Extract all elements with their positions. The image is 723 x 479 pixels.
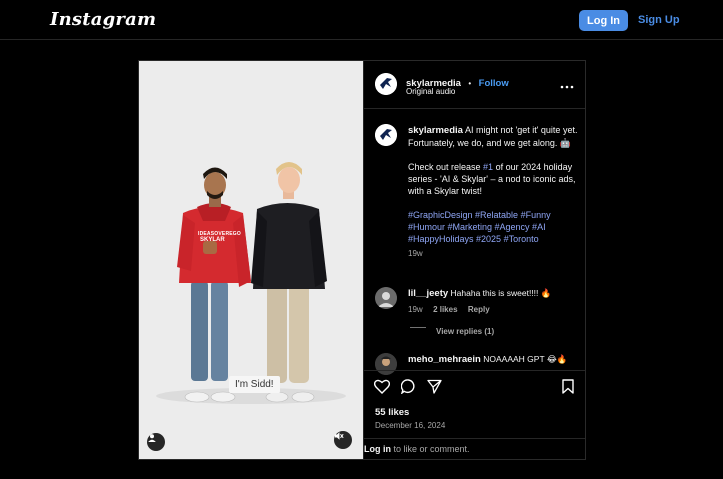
- more-horizontal-icon: [560, 85, 574, 89]
- post-caption: skylarmedia AI might not 'get it' quite …: [408, 124, 580, 260]
- login-prompt-text: to like or comment.: [391, 444, 470, 454]
- caption-hashtags[interactable]: #GraphicDesign #Relatable #Funny #Humour…: [408, 209, 580, 245]
- caption-text-2a: Check out release: [408, 162, 484, 172]
- post-actions-bar: [364, 370, 585, 401]
- like-button[interactable]: [373, 379, 391, 399]
- comment-bubble-icon: [400, 379, 415, 395]
- login-prompt: Log in to like or comment.: [364, 438, 585, 459]
- more-options-button[interactable]: [560, 77, 574, 95]
- save-button[interactable]: [562, 379, 574, 399]
- caption-username[interactable]: skylarmedia: [408, 125, 463, 136]
- commenter-avatar[interactable]: [375, 287, 397, 309]
- skylar-bird-icon: [375, 73, 397, 95]
- caption-author-avatar[interactable]: [375, 124, 397, 146]
- post-date: December 16, 2024: [375, 421, 446, 430]
- heart-icon: [373, 379, 391, 394]
- video-subtitle: I'm Sidd!: [229, 376, 280, 393]
- comment-button[interactable]: [400, 379, 416, 399]
- follow-button[interactable]: Follow: [479, 78, 509, 89]
- caption-line1: skylarmedia AI might not 'get it' quite …: [408, 124, 580, 149]
- bookmark-icon: [562, 379, 574, 394]
- separator-dot: •: [468, 79, 472, 88]
- view-replies-button[interactable]: View replies (1): [436, 327, 494, 336]
- speaker-muted-icon: [335, 432, 344, 440]
- comment-text: Hahaha this is sweet!!!! 🔥: [450, 288, 552, 298]
- post-card: I'm Sidd! skylarmedia • Follow Original …: [138, 60, 586, 460]
- signup-link[interactable]: Sign Up: [638, 14, 680, 26]
- login-link[interactable]: Log in: [364, 444, 391, 454]
- post-header: skylarmedia • Follow Original audio: [364, 61, 585, 109]
- audio-label[interactable]: Original audio: [406, 87, 455, 96]
- like-count[interactable]: 55 likes: [375, 407, 409, 418]
- person-red-hoodie: [177, 167, 251, 403]
- comment-meta: 19w 2 likes Reply: [408, 304, 580, 315]
- paper-plane-icon: [427, 379, 442, 394]
- caption-line2: Check out release #1 of our 2024 holiday…: [408, 161, 580, 197]
- caption-hashtag-release[interactable]: #1: [483, 162, 493, 172]
- comment-username[interactable]: lil__jeety: [408, 288, 448, 299]
- comment-username-2[interactable]: meho_mehraein: [408, 354, 481, 365]
- comment-likes[interactable]: 2 likes: [433, 305, 457, 314]
- user-icon: [148, 434, 156, 442]
- comment-text-2: NOAAAAH GPT 😂🔥: [483, 354, 568, 364]
- post-details-panel: skylarmedia • Follow Original audio skyl…: [363, 61, 585, 459]
- comment-item: lil__jeety Hahaha this is sweet!!!! 🔥: [408, 288, 580, 299]
- tagged-user-button[interactable]: [147, 433, 165, 451]
- comment-age: 19w: [408, 305, 423, 314]
- share-button[interactable]: [427, 379, 442, 399]
- video-frame-illustration: [156, 162, 346, 404]
- login-button[interactable]: Log In: [579, 10, 628, 31]
- author-avatar[interactable]: [375, 73, 397, 95]
- mute-button[interactable]: [334, 431, 352, 449]
- top-navigation-bar: Instagram Log In Sign Up: [0, 0, 723, 40]
- comment-item-2: meho_mehraein NOAAAAH GPT 😂🔥: [408, 354, 580, 365]
- person-black-sweater: [251, 162, 327, 403]
- post-video[interactable]: I'm Sidd!: [139, 61, 363, 459]
- caption-age: 19w: [408, 249, 423, 258]
- instagram-logo[interactable]: Instagram: [50, 9, 156, 30]
- skylar-bird-icon: [375, 124, 397, 146]
- comment-reply-button[interactable]: Reply: [468, 305, 490, 314]
- replies-divider: [410, 327, 426, 328]
- profile-photo-icon: [375, 287, 397, 309]
